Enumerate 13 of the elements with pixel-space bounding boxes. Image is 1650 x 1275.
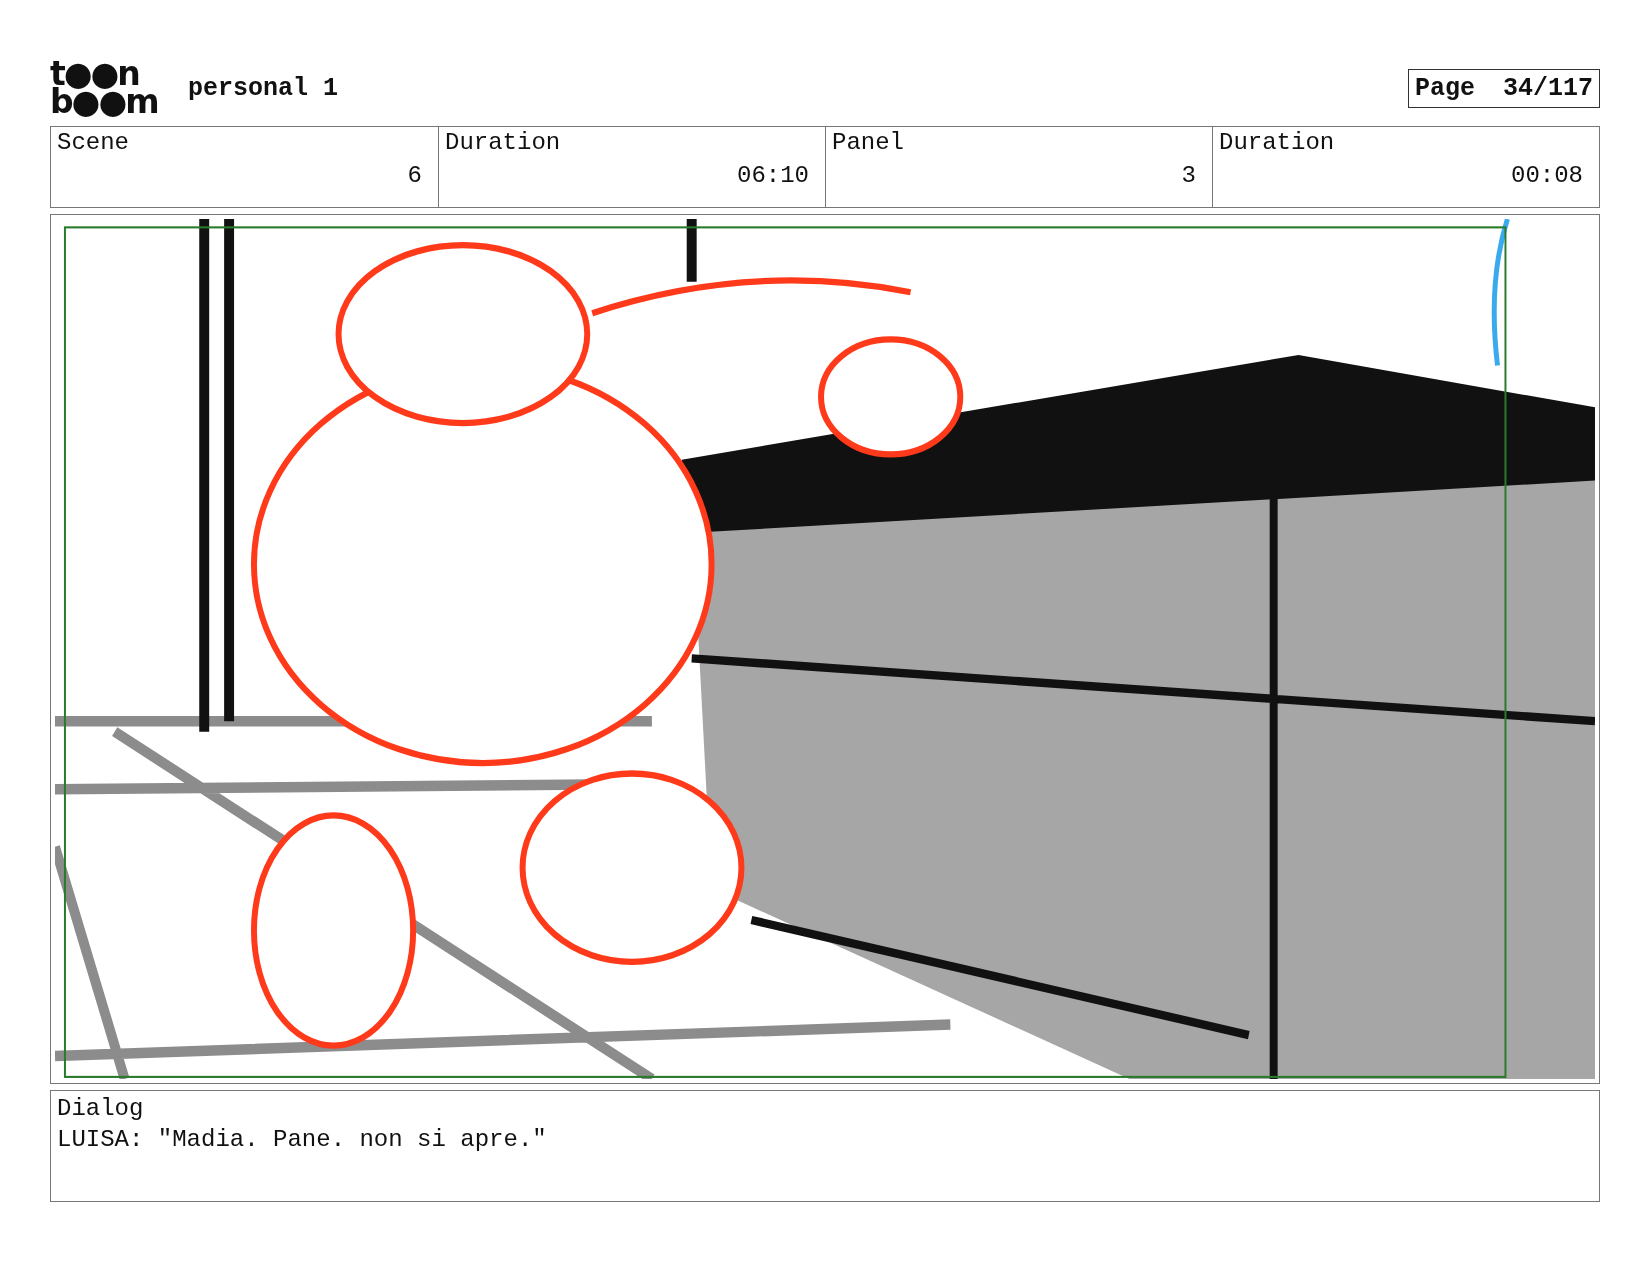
field-value: 00:08 [1511, 162, 1583, 189]
field-value: 6 [407, 162, 422, 189]
field-label: Duration [445, 129, 561, 156]
field-value: 3 [1181, 162, 1196, 189]
field-label: Panel [832, 129, 904, 156]
page-counter: Page 34/117 [1407, 68, 1600, 108]
logo: t●●n b●●m [50, 60, 159, 116]
dialog-text: LUISA: "Madia. Pane. non si apre." [57, 1126, 548, 1153]
field-label: Scene [57, 129, 129, 156]
dialog-label: Dialog [57, 1095, 144, 1122]
field-value: 06:10 [737, 162, 809, 189]
field-label: Duration [1219, 129, 1335, 156]
document-title: personal 1 [188, 73, 339, 103]
